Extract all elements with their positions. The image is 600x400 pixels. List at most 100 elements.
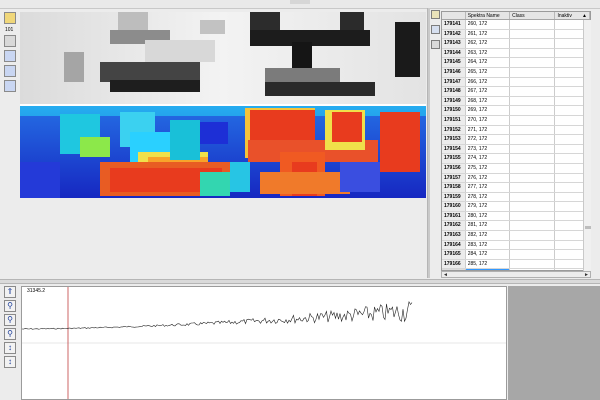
row-class-cell[interactable] [510, 192, 556, 202]
row-name-cell[interactable]: 270, 172 [466, 115, 511, 125]
row-name-cell[interactable]: 271, 172 [466, 125, 511, 135]
row-id-cell[interactable]: 179150 [442, 106, 466, 115]
table-row[interactable]: 179149 268, 172 [442, 96, 590, 107]
row-name-cell[interactable]: 283, 172 [466, 240, 511, 250]
table-row[interactable]: 179145 264, 172 [442, 58, 590, 68]
table-row[interactable]: 179144 263, 172 [442, 48, 590, 59]
fit-vertical-alt-icon[interactable]: ↕ [4, 356, 16, 368]
row-name-cell[interactable]: 272, 172 [466, 135, 511, 144]
row-name-cell[interactable]: 269, 172 [466, 106, 511, 115]
row-id-cell[interactable]: 179166 [442, 259, 466, 269]
row-class-cell[interactable] [510, 115, 556, 125]
row-class-cell[interactable] [510, 87, 556, 96]
table-row[interactable]: 179165 284, 172 [442, 250, 590, 260]
table-row[interactable]: 179142 261, 172 [442, 29, 590, 40]
row-name-cell[interactable]: 260, 172 [466, 20, 511, 29]
row-id-cell[interactable]: 179144 [442, 48, 466, 58]
row-class-cell[interactable] [510, 154, 556, 163]
table-row[interactable]: 179162 281, 172 [442, 221, 590, 232]
horizontal-splitter[interactable] [0, 279, 600, 284]
scroll-thumb[interactable] [585, 226, 591, 229]
row-class-cell[interactable] [510, 58, 556, 67]
table-row[interactable]: 179143 262, 172 [442, 39, 590, 49]
view-icon[interactable] [4, 35, 16, 47]
row-class-cell[interactable] [510, 259, 556, 269]
table-row[interactable]: 179158 277, 172 [442, 183, 590, 193]
row-name-cell[interactable]: 263, 172 [466, 48, 511, 58]
spectrum-svg[interactable] [21, 287, 506, 399]
export-icon[interactable] [4, 80, 16, 92]
row-class-cell[interactable] [510, 29, 556, 39]
row-class-cell[interactable] [510, 250, 556, 259]
table-row[interactable]: 179147 266, 172 [442, 77, 590, 88]
row-class-cell[interactable] [510, 163, 556, 173]
row-name-cell[interactable]: 282, 172 [466, 231, 511, 240]
image-panel[interactable] [20, 12, 426, 198]
row-name-cell[interactable]: 285, 172 [466, 259, 511, 269]
chart-icon[interactable] [4, 65, 16, 77]
row-class-cell[interactable] [510, 231, 556, 240]
table-row[interactable]: 179160 279, 172 [442, 202, 590, 212]
row-name-cell[interactable]: 284, 172 [466, 250, 511, 259]
table-vertical-scrollbar[interactable] [583, 20, 591, 271]
zoom-icon[interactable]: ⚲ [4, 300, 16, 312]
row-class-cell[interactable] [510, 202, 556, 211]
table-row[interactable]: 179148 267, 172 [442, 87, 590, 97]
sort-up-icon[interactable]: ▲ [582, 12, 587, 19]
table-row[interactable]: 179156 275, 172 [442, 163, 590, 174]
row-name-cell[interactable]: 275, 172 [466, 163, 511, 173]
zoom-out-icon[interactable]: ⚲ [4, 328, 16, 340]
table-row[interactable]: 179151 270, 172 [442, 115, 590, 126]
row-name-cell[interactable]: 281, 172 [466, 221, 511, 231]
row-id-cell[interactable]: 179160 [442, 202, 466, 211]
scroll-left-icon[interactable]: ◄ [442, 272, 449, 278]
spectrum-plot[interactable]: 31345.2 [21, 286, 507, 400]
row-id-cell[interactable]: 179154 [442, 144, 466, 154]
row-id-cell[interactable]: 179146 [442, 67, 466, 77]
row-id-cell[interactable]: 179152 [442, 125, 466, 135]
row-name-cell[interactable]: 265, 172 [466, 67, 511, 77]
row-name-cell[interactable]: 274, 172 [466, 154, 511, 163]
row-class-cell[interactable] [510, 48, 556, 58]
table-row[interactable]: 179161 280, 172 [442, 211, 590, 222]
vertical-splitter[interactable] [427, 8, 430, 278]
row-name-cell[interactable]: 277, 172 [466, 183, 511, 192]
row-class-cell[interactable] [510, 240, 556, 250]
header-spektra-name[interactable]: Spektra Name [466, 12, 511, 19]
row-class-cell[interactable] [510, 106, 556, 115]
row-class-cell[interactable] [510, 67, 556, 77]
row-class-cell[interactable] [510, 96, 556, 106]
header-id[interactable] [442, 12, 466, 19]
table-row[interactable]: 179166 285, 172 [442, 259, 590, 270]
row-id-cell[interactable]: 179141 [442, 20, 466, 29]
row-id-cell[interactable]: 179148 [442, 87, 466, 96]
row-name-cell[interactable]: 264, 172 [466, 58, 511, 67]
zoom-in-icon[interactable]: ⚲ [4, 314, 16, 326]
row-name-cell[interactable]: 262, 172 [466, 39, 511, 48]
row-id-cell[interactable]: 179163 [442, 231, 466, 240]
table-row[interactable]: 179150 269, 172 [442, 106, 590, 116]
table-row[interactable]: 179164 283, 172 [442, 240, 590, 251]
table-row[interactable]: 179152 271, 172 [442, 125, 590, 136]
row-id-cell[interactable]: 179162 [442, 221, 466, 231]
row-id-cell[interactable]: 179142 [442, 29, 466, 39]
table-row[interactable]: 179154 273, 172 [442, 144, 590, 155]
window-grip[interactable] [290, 0, 310, 4]
scroll-right-icon[interactable]: ► [583, 272, 590, 278]
row-id-cell[interactable]: 179149 [442, 96, 466, 106]
row-name-cell[interactable]: 267, 172 [466, 87, 511, 96]
copy-icon[interactable] [431, 25, 440, 34]
row-id-cell[interactable]: 179157 [442, 173, 466, 183]
row-id-cell[interactable]: 179155 [442, 154, 466, 163]
row-id-cell[interactable]: 179151 [442, 115, 466, 125]
row-id-cell[interactable]: 179158 [442, 183, 466, 192]
row-id-cell[interactable]: 179165 [442, 250, 466, 259]
table-row[interactable]: 179146 265, 172 [442, 67, 590, 78]
list-icon[interactable] [431, 40, 440, 49]
home-icon[interactable]: ⇑ [4, 286, 16, 298]
table-row[interactable]: 179163 282, 172 [442, 231, 590, 241]
row-id-cell[interactable]: 179147 [442, 77, 466, 87]
row-id-cell[interactable]: 179161 [442, 211, 466, 221]
table-row[interactable]: 179157 276, 172 [442, 173, 590, 184]
header-inaktiv[interactable]: Inaktiv ▲ [555, 12, 590, 19]
